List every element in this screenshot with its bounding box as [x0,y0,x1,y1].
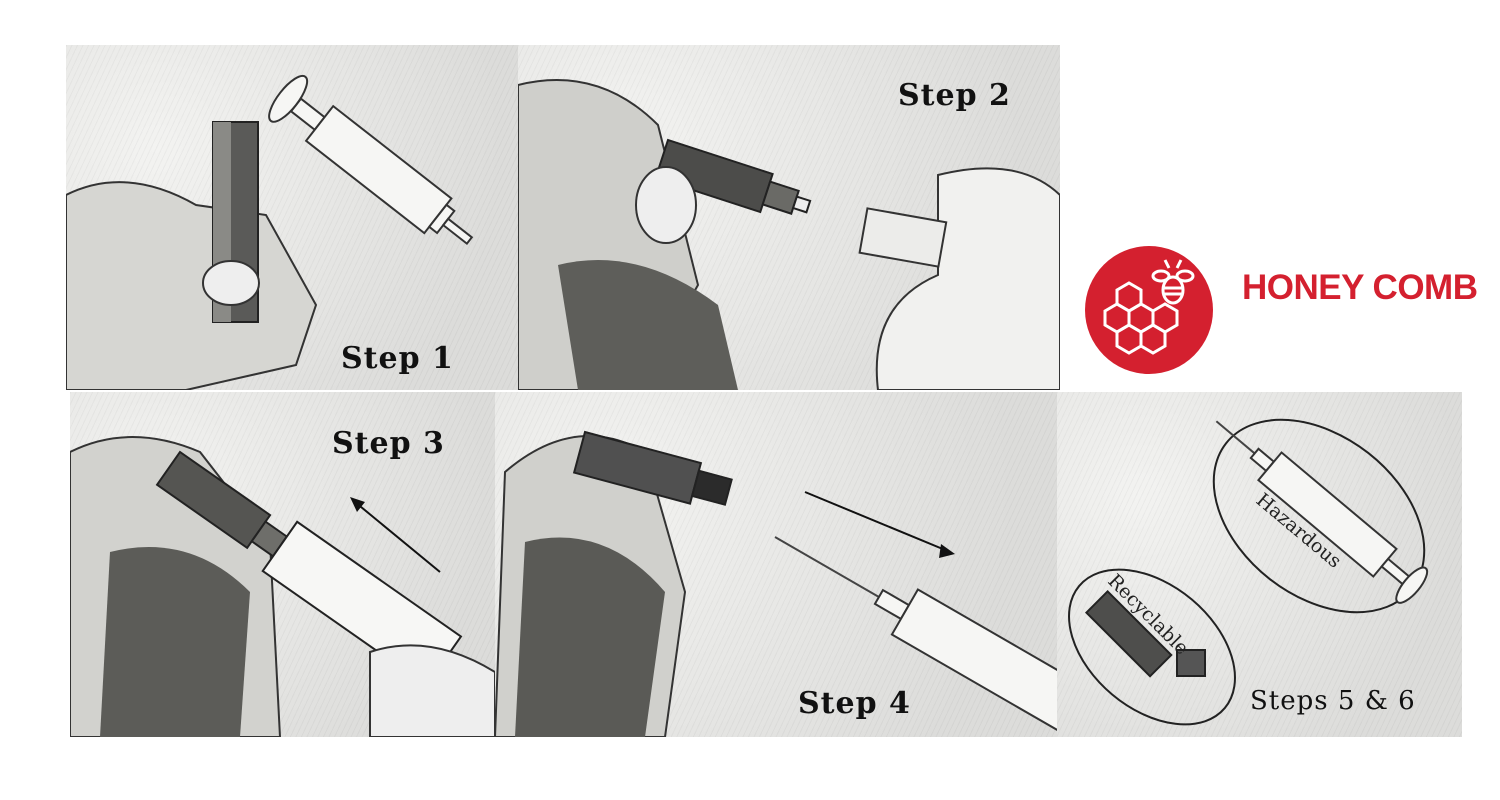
honeycomb-bee-icon [1085,246,1213,374]
step-2-label: Step 2 [898,78,1011,113]
step-1-label: Step 1 [341,341,454,376]
steps-5-6-label: Steps 5 & 6 [1250,686,1416,716]
step-4-illustration [495,430,1057,737]
step-4-panel: Step 4 [495,392,1057,737]
step-3-label: Step 3 [332,426,445,461]
steps-5-6-panel: Hazardous Recyclable Steps 5 & 6 [1057,392,1462,737]
honeycomb-logo: HONEY COMB [1085,246,1478,376]
step-1-illustration [66,74,474,390]
brand-name: HONEY COMB [1242,268,1478,307]
step-2-panel: Step 2 [518,45,1060,390]
step-4-label: Step 4 [798,686,911,721]
step-1-panel: Step 1 [66,45,518,390]
step-3-panel: Step 3 [70,392,495,737]
